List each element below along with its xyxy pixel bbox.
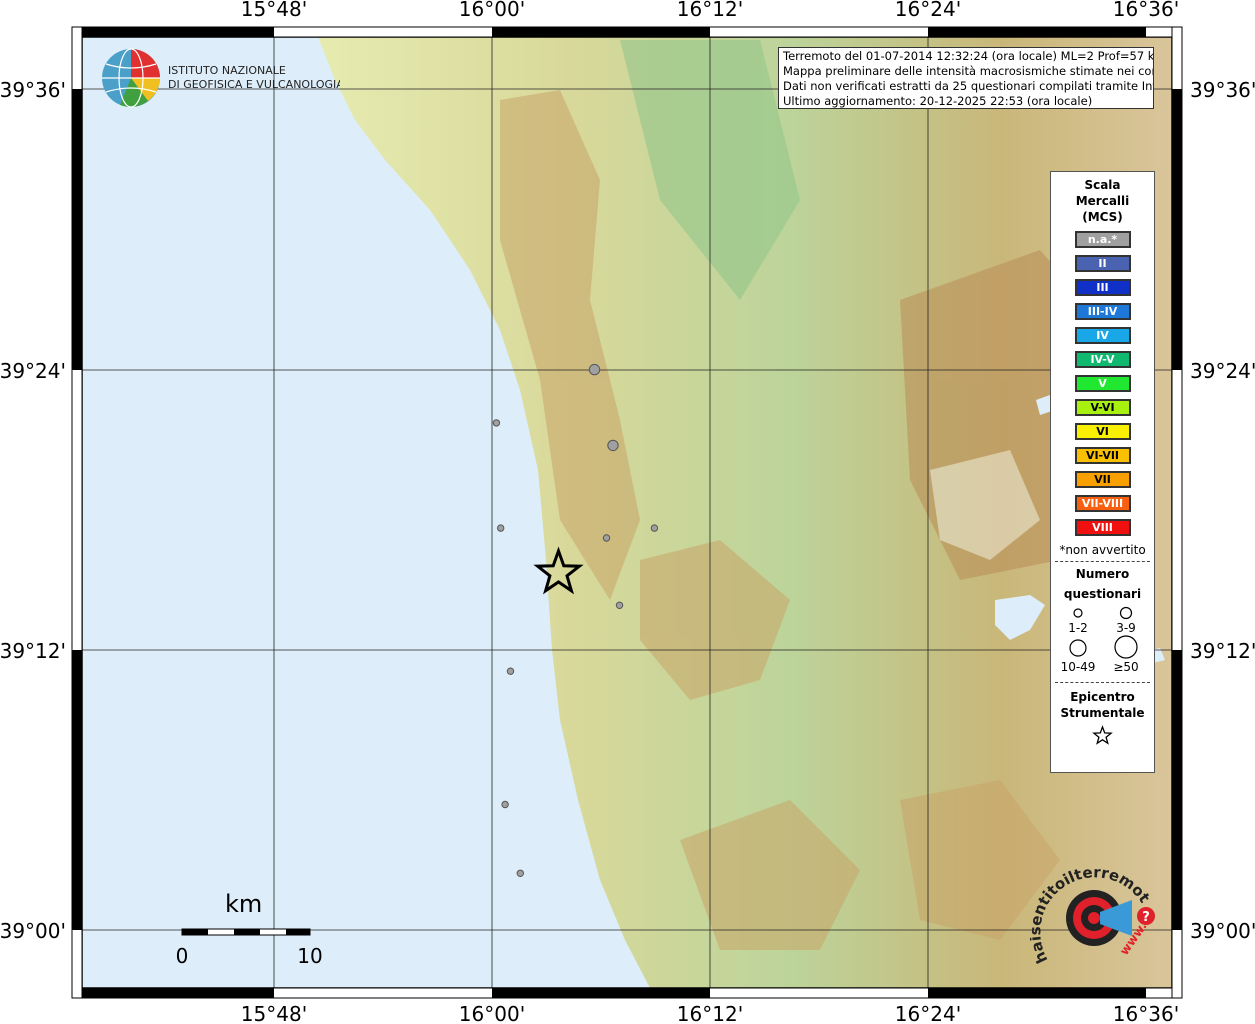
logo-line-1: ISTITUTO NAZIONALE — [168, 64, 286, 77]
observation-point[interactable] — [497, 524, 505, 532]
epicenter-legend-star-icon — [1092, 725, 1113, 745]
lon-ticks-top: 15°48' 16°00' 16°12' 16°24' 16°36' — [241, 0, 1179, 21]
legend-panel: Scala Mercalli (MCS) n.a.* II III III-IV IV I… — [1050, 171, 1155, 773]
lat-tick-right: 39°24' — [1190, 359, 1255, 383]
mcs-scale-item: II — [1074, 255, 1131, 272]
mcs-scale-item: VI-VII — [1074, 447, 1131, 464]
mcs-scale-list: n.a.* II III III-IV IV IV-V V V-VI VI VI-VII VII VI… — [1051, 231, 1154, 536]
lon-ticks-bottom: 15°48' 16°00' 16°12' 16°24' 16°36' — [241, 1002, 1179, 1024]
lon-tick-top: 15°48' — [241, 0, 307, 21]
hai-logo-question: ? — [1142, 910, 1150, 925]
size-3-9-circle — [1119, 606, 1133, 620]
lon-tick-top: 16°24' — [895, 0, 961, 21]
mcs-scale-item: VI — [1074, 423, 1131, 440]
lon-tick-top: 16°12' — [677, 0, 743, 21]
legend-title-1: Scala — [1084, 178, 1121, 192]
epicenter-title-1: Epicentro — [1070, 690, 1135, 704]
size-50-circle — [1114, 635, 1138, 659]
epicenter-title-2: Strumentale — [1060, 706, 1145, 720]
mcs-scale-item: III — [1074, 279, 1131, 296]
legend-note: *non avvertito — [1059, 543, 1146, 557]
count-title-2: questionari — [1063, 587, 1142, 601]
logo-line-2: DI GEOFISICA E VULCANOLOGIA — [168, 78, 340, 91]
lon-tick-bottom: 16°12' — [677, 1002, 743, 1024]
size-label: 1-2 — [1068, 621, 1088, 635]
lon-tick-top: 16°36' — [1113, 0, 1179, 21]
legend-title-3: (MCS) — [1082, 210, 1123, 224]
observation-point[interactable] — [501, 800, 509, 809]
mcs-scale-item: V-VI — [1074, 399, 1131, 416]
lat-tick-right: 39°00' — [1190, 919, 1255, 943]
event-info-line: Dati non verificati estratti da 25 quest… — [783, 79, 1154, 93]
legend-title-2: Mercalli — [1075, 194, 1130, 208]
lon-tick-bottom: 16°00' — [459, 1002, 525, 1024]
lon-tick-bottom: 16°36' — [1113, 1002, 1179, 1024]
lat-tick-left: 39°00' — [0, 919, 66, 943]
lon-tick-bottom: 15°48' — [241, 1002, 307, 1024]
scale-bar-end: 10 — [297, 944, 322, 968]
scale-bar-unit: km — [225, 890, 263, 918]
legend-divider — [1055, 561, 1150, 562]
lat-tick-left: 39°12' — [0, 639, 66, 663]
lat-tick-left: 39°36' — [0, 78, 66, 102]
size-label: ≥50 — [1113, 660, 1138, 674]
size-10-49-circle — [1069, 639, 1087, 657]
mcs-scale-item: IV-V — [1074, 351, 1131, 368]
count-title-1: Numero — [1075, 567, 1130, 581]
observation-point[interactable] — [492, 419, 501, 427]
size-label: 3-9 — [1116, 621, 1136, 635]
event-info-line: Terremoto del 01-07-2014 12:32:24 (ora l… — [783, 49, 1154, 63]
observation-point[interactable] — [588, 363, 601, 376]
observation-point[interactable] — [602, 534, 611, 542]
lat-tick-right: 39°36' — [1190, 78, 1255, 102]
observation-point[interactable] — [615, 601, 624, 609]
mcs-scale-item: III-IV — [1074, 303, 1131, 320]
size-1-2-circle — [1073, 608, 1083, 618]
observation-point[interactable] — [516, 869, 524, 877]
event-info-box: Terremoto del 01-07-2014 12:32:24 (ora l… — [778, 47, 1154, 109]
observation-point[interactable] — [650, 524, 659, 532]
mcs-scale-item: n.a.* — [1074, 231, 1131, 248]
lat-tick-right: 39°12' — [1190, 639, 1255, 663]
lat-ticks-right: 39°36' 39°24' 39°12' 39°00' — [1190, 78, 1255, 943]
mcs-scale-item: IV — [1074, 327, 1131, 344]
mcs-scale-item: VIII — [1074, 519, 1131, 536]
legend-divider — [1055, 682, 1150, 683]
size-label: 10-49 — [1061, 660, 1096, 674]
mcs-scale-item: V — [1074, 375, 1131, 392]
count-size-legend: 1-2 3-9 10-49 ≥50 — [1061, 606, 1139, 674]
lat-ticks-left: 39°36' 39°24' 39°12' 39°00' — [0, 78, 66, 943]
lat-tick-left: 39°24' — [0, 359, 66, 383]
mcs-scale-item: VII — [1074, 471, 1131, 488]
event-info-line: Ultimo aggiornamento: 20-12-2025 22:53 (… — [783, 94, 1093, 108]
scale-bar-start: 0 — [176, 944, 189, 968]
observation-point[interactable] — [607, 439, 619, 452]
haisentito-logo: haisentitoilterremoto.it ? www. — [1030, 860, 1155, 966]
observation-point[interactable] — [506, 667, 515, 675]
lon-tick-bottom: 16°24' — [895, 1002, 961, 1024]
event-info-line: Mappa preliminare delle intensità macros… — [783, 64, 1154, 78]
lon-tick-top: 16°00' — [459, 0, 525, 21]
mcs-scale-item: VII-VIII — [1074, 495, 1131, 512]
ingv-logo: ISTITUTO NAZIONALE DI GEOFISICA E VULCAN… — [102, 48, 340, 108]
